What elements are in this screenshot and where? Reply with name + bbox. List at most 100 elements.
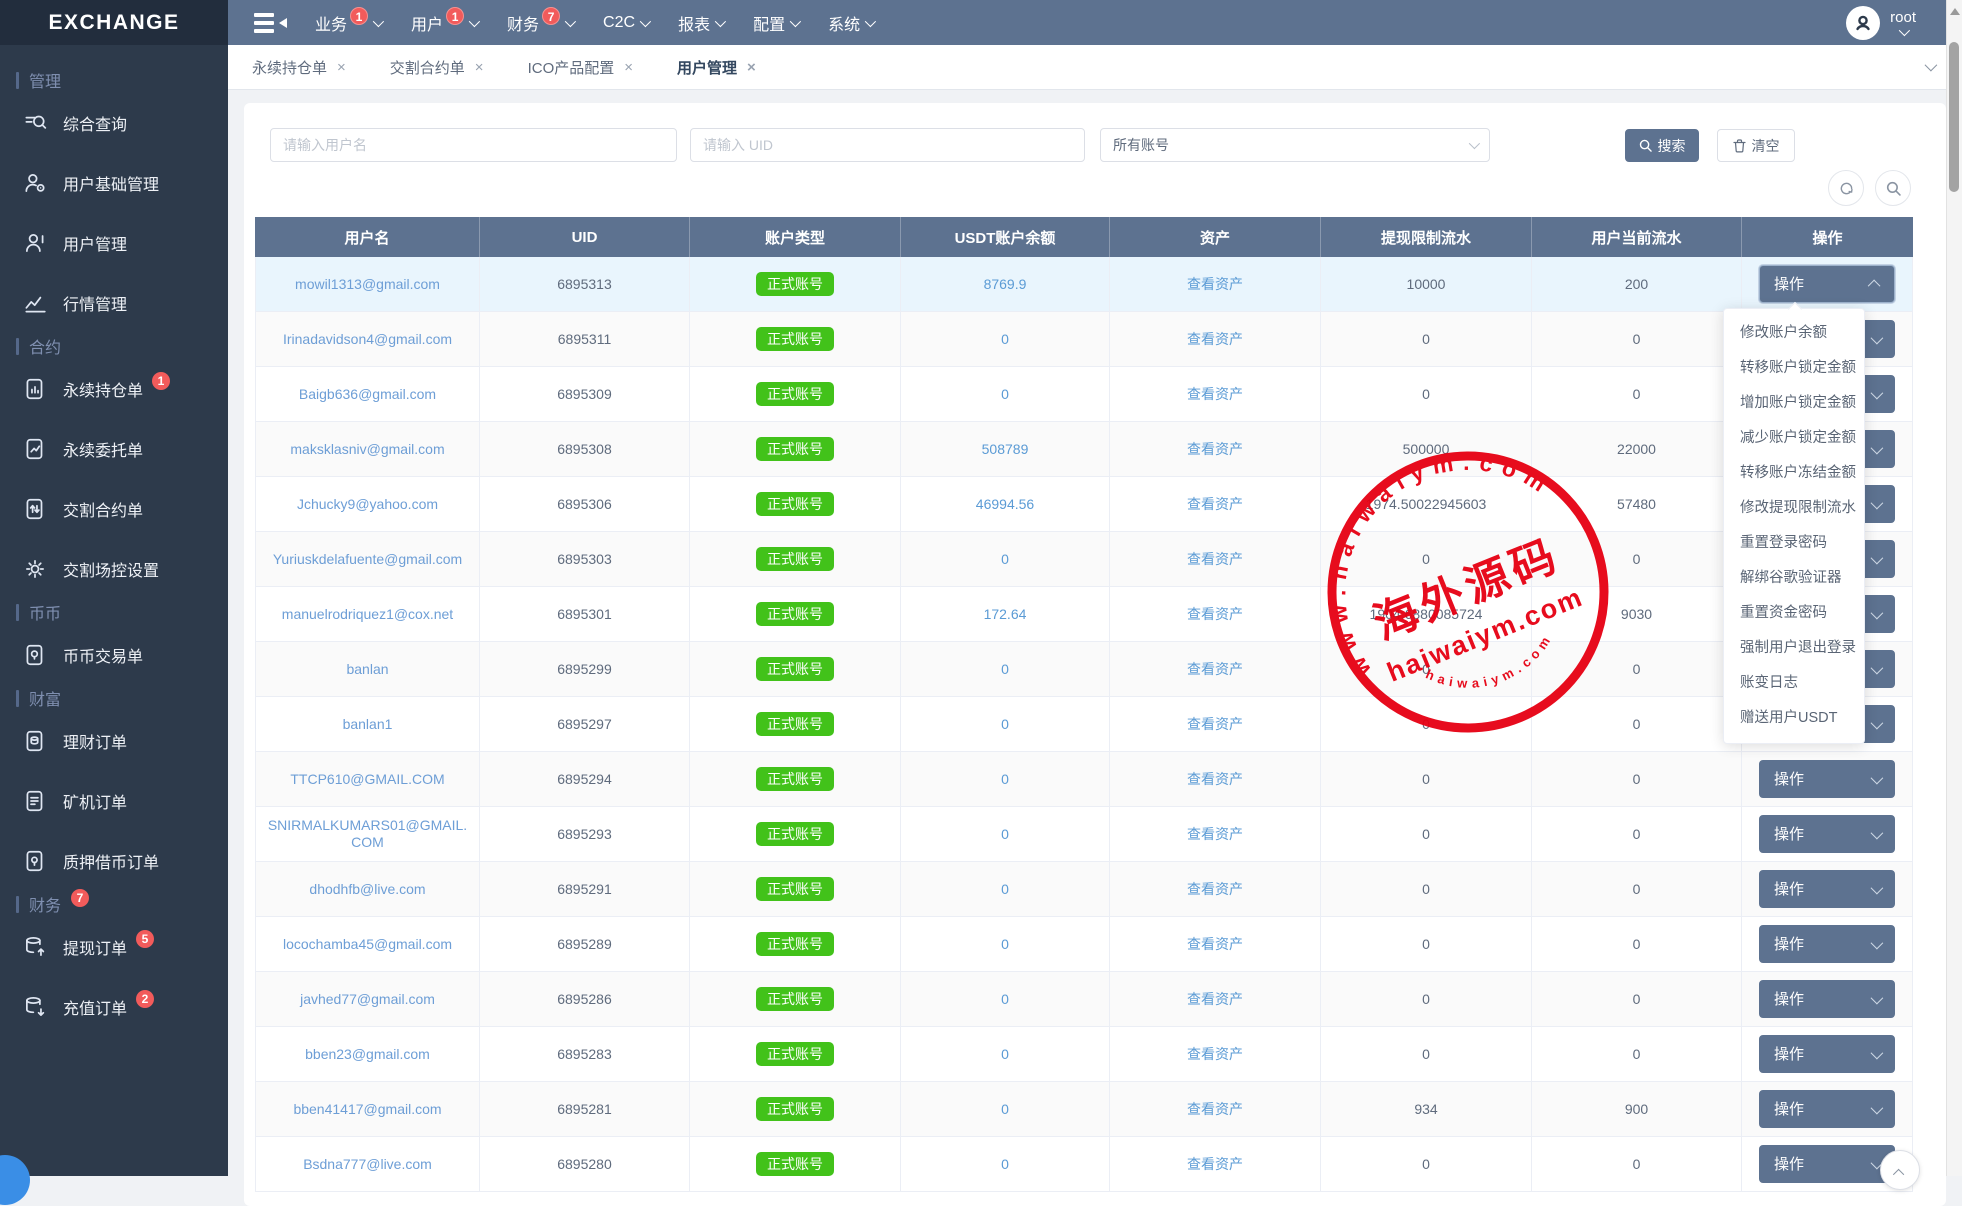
username-link[interactable]: manuelrodriquez1@cox.net bbox=[282, 606, 453, 623]
action-menu-item-force-logout[interactable]: 强制用户退出登录 bbox=[1724, 631, 1864, 666]
nav-item-config[interactable]: 配置 bbox=[751, 11, 800, 35]
action-button[interactable]: 操作 bbox=[1759, 925, 1895, 963]
scroll-up-arrow-icon[interactable] bbox=[1950, 8, 1960, 15]
username-search-input[interactable] bbox=[270, 128, 677, 162]
sidebar-item-user-management[interactable]: 用户管理 bbox=[0, 213, 228, 273]
username-link[interactable]: maksklasniv@gmail.com bbox=[290, 441, 444, 458]
usdt-balance-link[interactable]: 0 bbox=[1001, 661, 1009, 678]
user-menu[interactable]: root bbox=[1890, 10, 1916, 36]
username-link[interactable]: Irinadavidson4@gmail.com bbox=[283, 331, 452, 348]
view-assets-link[interactable]: 查看资产 bbox=[1187, 331, 1243, 348]
usdt-balance-link[interactable]: 0 bbox=[1001, 331, 1009, 348]
sidebar-item-finance-orders[interactable]: 理财订单 bbox=[0, 711, 228, 771]
usdt-balance-link[interactable]: 0 bbox=[1001, 551, 1009, 568]
tab-ico-product-config[interactable]: ICO产品配置× bbox=[528, 57, 633, 78]
sidebar-item-perpetual-positions[interactable]: 永续持仓单1 bbox=[0, 359, 228, 419]
close-icon[interactable]: × bbox=[337, 60, 346, 75]
view-assets-link[interactable]: 查看资产 bbox=[1187, 991, 1243, 1008]
username-link[interactable]: TTCP610@GMAIL.COM bbox=[290, 771, 444, 788]
username-link[interactable]: bben41417@gmail.com bbox=[293, 1101, 441, 1118]
view-assets-link[interactable]: 查看资产 bbox=[1187, 661, 1243, 678]
action-button[interactable]: 操作 bbox=[1759, 980, 1895, 1018]
usdt-balance-link[interactable]: 8769.9 bbox=[984, 276, 1027, 293]
view-assets-link[interactable]: 查看资产 bbox=[1187, 1101, 1243, 1118]
nav-item-business[interactable]: 业务1 bbox=[313, 11, 383, 35]
view-assets-link[interactable]: 查看资产 bbox=[1187, 771, 1243, 788]
column-search-button[interactable] bbox=[1875, 170, 1911, 206]
nav-item-finance[interactable]: 财务7 bbox=[505, 11, 575, 35]
close-icon[interactable]: × bbox=[747, 60, 756, 75]
action-menu-item-modify-withdraw-limit[interactable]: 修改提现限制流水 bbox=[1724, 491, 1864, 526]
view-assets-link[interactable]: 查看资产 bbox=[1187, 276, 1243, 293]
nav-item-system[interactable]: 系统 bbox=[826, 11, 875, 35]
usdt-balance-link[interactable]: 508789 bbox=[982, 441, 1029, 458]
view-assets-link[interactable]: 查看资产 bbox=[1187, 496, 1243, 513]
action-menu-item-add-locked-amount[interactable]: 增加账户锁定金额 bbox=[1724, 386, 1864, 421]
username-link[interactable]: locochamba45@gmail.com bbox=[283, 936, 452, 953]
username-link[interactable]: Jchucky9@yahoo.com bbox=[297, 496, 438, 513]
nav-item-reports[interactable]: 报表 bbox=[676, 11, 725, 35]
usdt-balance-link[interactable]: 0 bbox=[1001, 1101, 1009, 1118]
view-assets-link[interactable]: 查看资产 bbox=[1187, 606, 1243, 623]
close-icon[interactable]: × bbox=[475, 60, 484, 75]
sidebar-item-withdraw-orders[interactable]: 提现订单5 bbox=[0, 917, 228, 977]
view-assets-link[interactable]: 查看资产 bbox=[1187, 1046, 1243, 1063]
action-menu-item-reduce-locked-amount[interactable]: 减少账户锁定金额 bbox=[1724, 421, 1864, 456]
username-link[interactable]: dhodhfb@live.com bbox=[309, 881, 425, 898]
view-assets-link[interactable]: 查看资产 bbox=[1187, 441, 1243, 458]
clear-button[interactable]: 清空 bbox=[1717, 129, 1795, 162]
nav-item-users[interactable]: 用户1 bbox=[409, 11, 479, 35]
sidebar-item-delivery-contracts[interactable]: 交割合约单 bbox=[0, 479, 228, 539]
view-assets-link[interactable]: 查看资产 bbox=[1187, 936, 1243, 953]
account-type-select[interactable]: 所有账号 bbox=[1100, 128, 1490, 162]
usdt-balance-link[interactable]: 0 bbox=[1001, 1156, 1009, 1173]
view-assets-link[interactable]: 查看资产 bbox=[1187, 386, 1243, 403]
usdt-balance-link[interactable]: 46994.56 bbox=[976, 496, 1034, 513]
usdt-balance-link[interactable]: 0 bbox=[1001, 716, 1009, 733]
page-scrollbar[interactable] bbox=[1946, 0, 1962, 1176]
tab-user-management[interactable]: 用户管理× bbox=[677, 57, 756, 78]
nav-item-c2c[interactable]: C2C bbox=[601, 14, 650, 32]
action-menu-item-reset-login-password[interactable]: 重置登录密码 bbox=[1724, 526, 1864, 561]
action-menu-item-reset-fund-password[interactable]: 重置资金密码 bbox=[1724, 596, 1864, 631]
action-button[interactable]: 操作 bbox=[1759, 1145, 1895, 1183]
action-menu-item-gift-usdt[interactable]: 赠送用户USDT bbox=[1724, 701, 1864, 736]
username-link[interactable]: Baigb636@gmail.com bbox=[299, 386, 436, 403]
usdt-balance-link[interactable]: 0 bbox=[1001, 936, 1009, 953]
search-button[interactable]: 搜索 bbox=[1625, 129, 1699, 162]
usdt-balance-link[interactable]: 0 bbox=[1001, 771, 1009, 788]
usdt-balance-link[interactable]: 0 bbox=[1001, 826, 1009, 843]
avatar[interactable] bbox=[1846, 6, 1880, 40]
uid-search-input[interactable] bbox=[690, 128, 1085, 162]
usdt-balance-link[interactable]: 172.64 bbox=[984, 606, 1027, 623]
action-button[interactable]: 操作 bbox=[1759, 265, 1895, 303]
sidebar-item-pledge-loan-orders[interactable]: 质押借币订单 bbox=[0, 831, 228, 891]
view-assets-link[interactable]: 查看资产 bbox=[1187, 551, 1243, 568]
tab-perpetual-positions[interactable]: 永续持仓单× bbox=[252, 57, 346, 78]
view-assets-link[interactable]: 查看资产 bbox=[1187, 881, 1243, 898]
username-link[interactable]: bben23@gmail.com bbox=[305, 1046, 430, 1063]
sidebar-collapse-button[interactable] bbox=[254, 13, 287, 33]
refresh-button[interactable] bbox=[1828, 170, 1864, 206]
view-assets-link[interactable]: 查看资产 bbox=[1187, 1156, 1243, 1173]
sidebar-item-miner-orders[interactable]: 矿机订单 bbox=[0, 771, 228, 831]
action-button[interactable]: 操作 bbox=[1759, 815, 1895, 853]
sidebar-item-spot-trades[interactable]: 币币交易单 bbox=[0, 625, 228, 685]
action-button[interactable]: 操作 bbox=[1759, 1035, 1895, 1073]
action-menu-item-modify-balance[interactable]: 修改账户余额 bbox=[1724, 316, 1864, 351]
username-link[interactable]: banlan1 bbox=[343, 716, 393, 733]
sidebar-item-user-base-management[interactable]: 用户基础管理 bbox=[0, 153, 228, 213]
tab-delivery-contracts[interactable]: 交割合约单× bbox=[390, 57, 484, 78]
usdt-balance-link[interactable]: 0 bbox=[1001, 1046, 1009, 1063]
tab-overflow-button[interactable] bbox=[1925, 58, 1934, 76]
usdt-balance-link[interactable]: 0 bbox=[1001, 881, 1009, 898]
username-link[interactable]: Bsdna777@live.com bbox=[303, 1156, 432, 1173]
sidebar-item-delivery-control-settings[interactable]: 交割场控设置 bbox=[0, 539, 228, 599]
sidebar-item-market-management[interactable]: 行情管理 bbox=[0, 273, 228, 333]
view-assets-link[interactable]: 查看资产 bbox=[1187, 716, 1243, 733]
sidebar-item-summary-query[interactable]: 综合查询 bbox=[0, 93, 228, 153]
action-menu-item-unbind-google-auth[interactable]: 解绑谷歌验证器 bbox=[1724, 561, 1864, 596]
username-link[interactable]: Yuriuskdelafuente@gmail.com bbox=[273, 551, 462, 568]
username-link[interactable]: banlan bbox=[346, 661, 388, 678]
sidebar-item-deposit-orders[interactable]: 充值订单2 bbox=[0, 977, 228, 1037]
